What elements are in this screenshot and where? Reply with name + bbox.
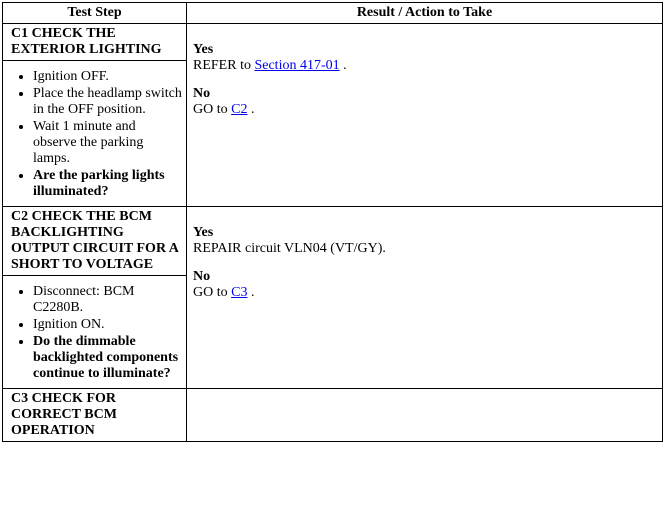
c2-no-action: GO to C3 . — [193, 285, 656, 301]
step-c2-list: Disconnect: BCM C2280B. Ignition ON. Do … — [7, 284, 182, 382]
list-item: Wait 1 minute and observe the parking la… — [33, 119, 182, 167]
step-c2-body: Disconnect: BCM C2280B. Ignition ON. Do … — [3, 276, 187, 389]
c1-no-action: GO to C2 . — [193, 102, 656, 118]
c1-yes-action: REFER to Section 417-01 . — [193, 58, 656, 74]
list-item: Place the headlamp switch in the OFF pos… — [33, 86, 182, 118]
step-c2-question: Do the dimmable backlighted components c… — [33, 334, 182, 382]
list-item: Ignition ON. — [33, 317, 182, 333]
step-c1-list: Ignition OFF. Place the headlamp switch … — [7, 69, 182, 200]
step-c1-question: Are the parking lights illuminated? — [33, 168, 182, 200]
link-c2[interactable]: C2 — [231, 102, 247, 117]
step-c3-result — [187, 389, 663, 442]
step-c3-title: C3 CHECK FOR CORRECT BCM OPERATION — [3, 389, 187, 442]
pinpoint-test-table: Test Step Result / Action to Take C1 CHE… — [2, 2, 663, 442]
c2-yes-action: REPAIR circuit VLN04 (VT/GY). — [193, 241, 656, 257]
list-item: Ignition OFF. — [33, 69, 182, 85]
list-item: Disconnect: BCM C2280B. — [33, 284, 182, 316]
step-c2-title: C2 CHECK THE BCM BACKLIGHTING OUTPUT CIR… — [3, 207, 187, 276]
step-c2-result: Yes REPAIR circuit VLN04 (VT/GY). No GO … — [187, 207, 663, 389]
label-yes: Yes — [193, 42, 656, 58]
label-no: No — [193, 86, 656, 102]
link-c3[interactable]: C3 — [231, 285, 247, 300]
link-section-417-01[interactable]: Section 417-01 — [254, 58, 339, 73]
step-c1-title: C1 CHECK THE EXTERIOR LIGHTING — [3, 24, 187, 61]
header-test-step: Test Step — [3, 3, 187, 24]
step-c1-result: Yes REFER to Section 417-01 . No GO to C… — [187, 24, 663, 207]
label-yes: Yes — [193, 225, 656, 241]
label-no: No — [193, 269, 656, 285]
step-c1-body: Ignition OFF. Place the headlamp switch … — [3, 61, 187, 207]
header-result: Result / Action to Take — [187, 3, 663, 24]
